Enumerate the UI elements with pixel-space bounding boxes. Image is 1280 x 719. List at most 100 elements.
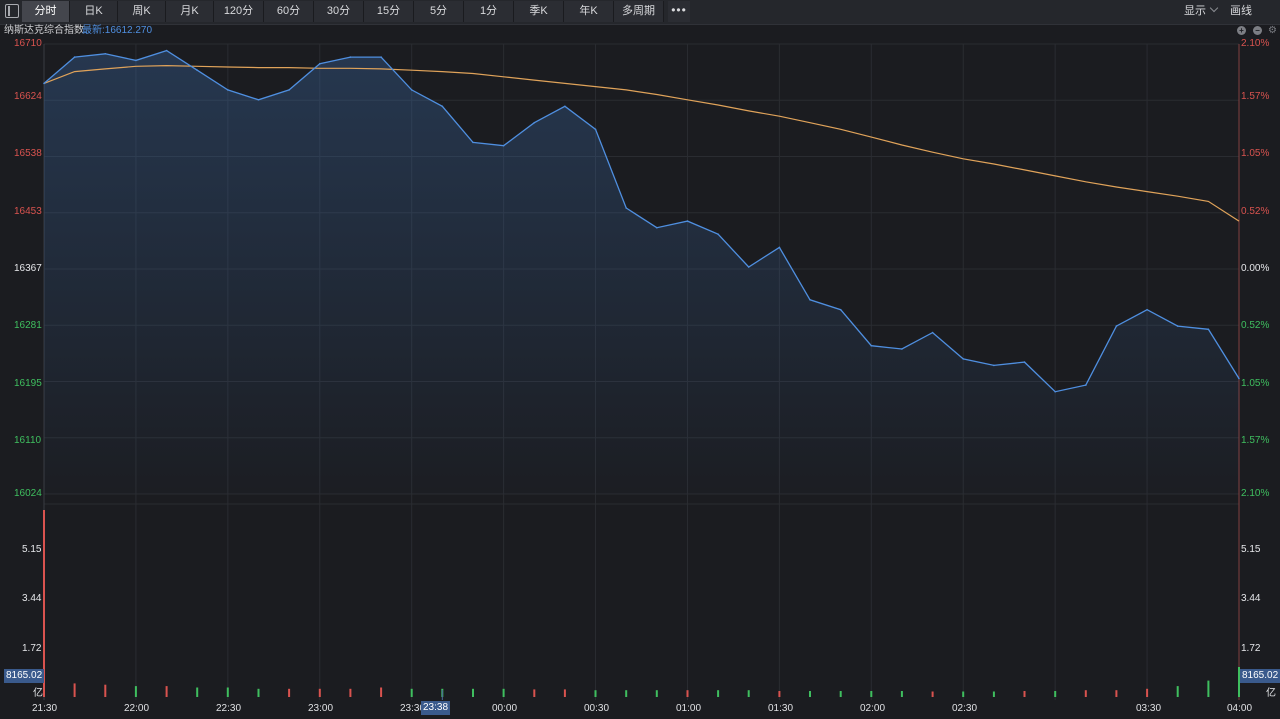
volume-bar bbox=[1023, 691, 1026, 697]
price-point bbox=[1176, 325, 1179, 327]
volume-bar bbox=[778, 691, 781, 697]
pct-tick: 2.10% bbox=[1241, 488, 1270, 499]
volume-tick: 5.15 bbox=[22, 544, 42, 555]
volume-bar bbox=[1115, 690, 1118, 697]
volume-bar bbox=[73, 683, 76, 697]
price-point bbox=[165, 49, 168, 52]
volume-bar bbox=[380, 687, 383, 697]
volume-value-label: 8165.02 bbox=[1240, 669, 1280, 683]
price-point bbox=[717, 233, 719, 235]
volume-bar bbox=[1054, 691, 1057, 697]
volume-bar bbox=[165, 686, 168, 697]
price-tick: 16110 bbox=[14, 435, 42, 446]
price-point bbox=[288, 89, 290, 91]
price-point bbox=[196, 69, 198, 71]
volume-bar bbox=[747, 690, 750, 697]
price-point bbox=[349, 56, 352, 58]
time-tick: 23:00 bbox=[308, 703, 334, 714]
volume-bar bbox=[686, 690, 689, 697]
volume-bar bbox=[655, 690, 658, 697]
pct-tick: 1.57% bbox=[1241, 91, 1270, 102]
volume-bar bbox=[1146, 688, 1149, 697]
time-tick: 00:00 bbox=[492, 703, 518, 714]
price-area bbox=[44, 50, 1239, 494]
price-point bbox=[1207, 328, 1210, 331]
price-point bbox=[1085, 384, 1087, 386]
price-point bbox=[1023, 361, 1026, 363]
volume-bar bbox=[870, 691, 873, 697]
price-tick: 16367 bbox=[14, 263, 42, 274]
price-point bbox=[472, 141, 474, 144]
time-tick: 22:00 bbox=[124, 703, 150, 714]
price-point bbox=[380, 56, 382, 58]
price-point bbox=[502, 144, 505, 147]
volume-bar bbox=[134, 686, 137, 697]
volume-bar bbox=[472, 688, 474, 697]
price-point bbox=[809, 299, 811, 301]
price-point bbox=[778, 246, 781, 249]
price-point bbox=[1115, 325, 1118, 327]
price-point bbox=[410, 89, 413, 91]
price-point bbox=[441, 105, 444, 108]
price-point bbox=[993, 364, 995, 367]
volume-bar bbox=[992, 691, 995, 697]
price-point bbox=[931, 331, 934, 334]
price-tick: 16195 bbox=[14, 378, 42, 389]
intraday-chart[interactable] bbox=[0, 0, 1280, 719]
volume-bar bbox=[226, 687, 229, 697]
price-point bbox=[962, 358, 964, 360]
time-tick: 01:30 bbox=[768, 703, 794, 714]
volume-bar bbox=[104, 684, 107, 697]
volume-bar bbox=[717, 690, 720, 697]
volume-bar bbox=[1176, 686, 1179, 697]
price-point bbox=[656, 226, 658, 229]
volume-tick: 3.44 bbox=[1241, 593, 1261, 604]
pct-tick: 1.57% bbox=[1241, 435, 1270, 446]
volume-bar bbox=[625, 690, 628, 697]
time-tick: 02:00 bbox=[860, 703, 886, 714]
volume-bar bbox=[809, 691, 811, 697]
price-point bbox=[319, 62, 321, 65]
volume-tick: 1.72 bbox=[22, 643, 42, 654]
volume-bar bbox=[563, 689, 566, 697]
price-point bbox=[135, 59, 137, 62]
volume-bar bbox=[288, 688, 291, 697]
volume-bar bbox=[594, 690, 597, 697]
time-tick: 03:30 bbox=[1136, 703, 1162, 714]
price-point bbox=[747, 266, 750, 268]
price-point bbox=[564, 105, 566, 108]
price-point bbox=[686, 220, 689, 222]
price-point bbox=[1054, 390, 1056, 393]
price-point bbox=[227, 89, 229, 91]
volume-unit: 亿 bbox=[33, 688, 43, 699]
volume-bar bbox=[502, 688, 505, 697]
volume-unit: 亿 bbox=[1266, 688, 1276, 699]
volume-bar bbox=[533, 689, 536, 697]
price-tick: 16281 bbox=[14, 320, 42, 331]
volume-tick: 5.15 bbox=[1241, 544, 1261, 555]
pct-tick: 0.00% bbox=[1241, 263, 1270, 274]
time-tick: 04:00 bbox=[1227, 703, 1253, 714]
price-point bbox=[73, 56, 76, 58]
volume-bar bbox=[962, 691, 965, 697]
price-point bbox=[901, 348, 903, 350]
volume-bar bbox=[1084, 690, 1087, 697]
volume-bar bbox=[900, 691, 903, 697]
pct-tick: 2.10% bbox=[1241, 38, 1270, 49]
price-point bbox=[594, 128, 597, 131]
volume-tick: 3.44 bbox=[22, 593, 42, 604]
price-point bbox=[870, 344, 873, 347]
price-point bbox=[1146, 308, 1148, 311]
price-point bbox=[43, 82, 45, 85]
price-point bbox=[533, 121, 536, 124]
time-tick: 00:30 bbox=[584, 703, 610, 714]
cursor-time-label: 23:38 bbox=[421, 701, 451, 715]
volume-tick: 1.72 bbox=[1241, 643, 1261, 654]
volume-bar bbox=[257, 688, 260, 697]
price-point bbox=[257, 99, 260, 101]
pct-tick: 1.05% bbox=[1241, 148, 1270, 159]
price-point bbox=[1238, 377, 1240, 380]
time-tick: 01:00 bbox=[676, 703, 702, 714]
price-point bbox=[839, 308, 842, 311]
pct-tick: 0.52% bbox=[1241, 320, 1270, 331]
